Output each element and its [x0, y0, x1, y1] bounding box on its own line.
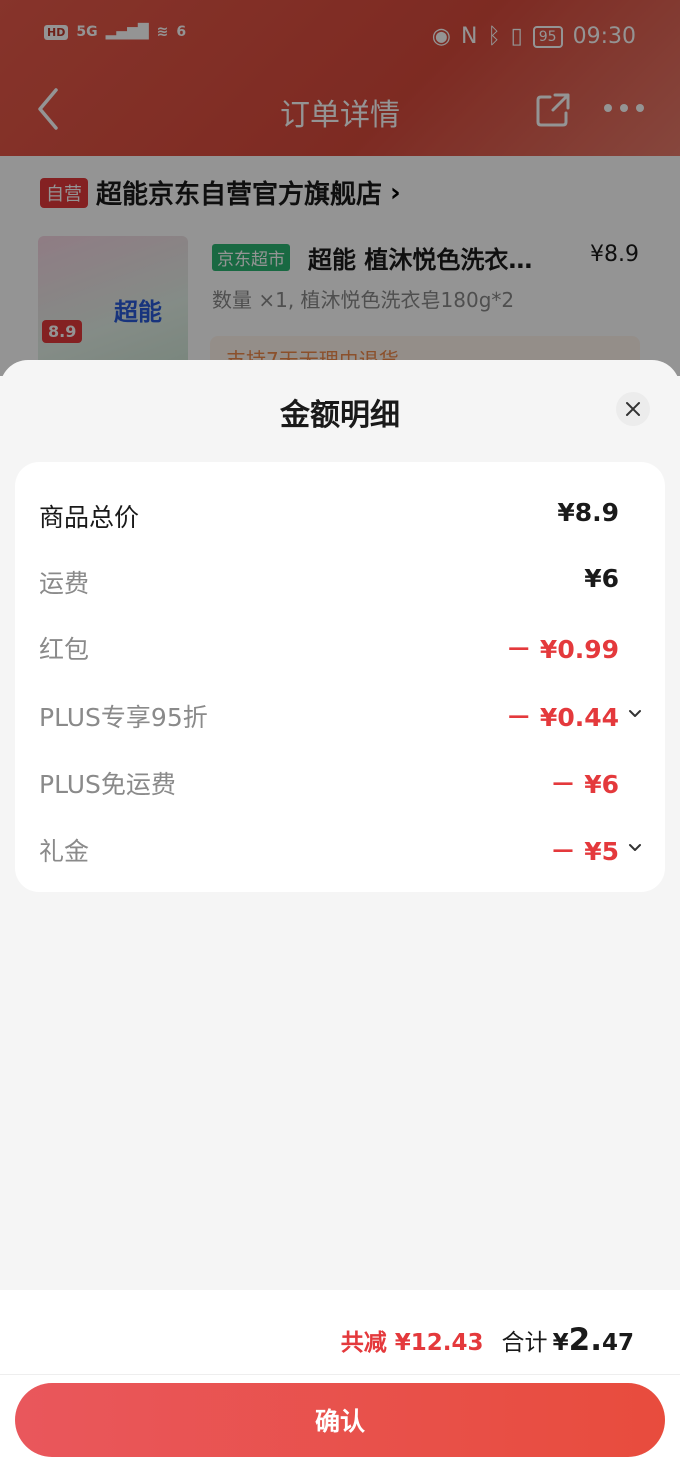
row-shipping: 运费 ¥6	[39, 560, 639, 600]
close-button[interactable]	[616, 392, 650, 426]
close-icon	[626, 402, 640, 416]
row-amount: ¥8.9	[557, 498, 619, 527]
row-amount: ¥6	[584, 564, 619, 593]
row-amount: － ¥0.44	[506, 703, 619, 732]
row-label: 商品总价	[39, 503, 140, 532]
row-label: 红包	[39, 635, 90, 664]
row-goods-total: 商品总价 ¥8.9	[39, 494, 639, 534]
chevron-down-icon[interactable]	[627, 706, 643, 722]
row-amount: － ¥5	[550, 837, 620, 866]
row-label: PLUS专享95折	[39, 703, 208, 732]
divider	[0, 1374, 680, 1375]
row-plus-free-shipping: PLUS免运费 － ¥6	[39, 761, 639, 801]
total-savings: 共减 ¥12.43	[340, 1330, 484, 1356]
total-decimal: 47	[601, 1330, 634, 1356]
total-currency: ¥	[552, 1330, 569, 1356]
bottom-bar: 共减 ¥12.43 合计 ¥2.47 确认	[0, 1290, 680, 1473]
chevron-down-icon[interactable]	[627, 840, 643, 856]
totals-row: 共减 ¥12.43 合计 ¥2.47	[341, 1322, 634, 1358]
row-amount: － ¥6	[550, 770, 620, 799]
row-label: PLUS免运费	[39, 770, 176, 799]
row-gift-money[interactable]: 礼金 － ¥5	[39, 828, 641, 868]
row-amount: － ¥0.99	[506, 635, 619, 664]
row-plus-discount[interactable]: PLUS专享95折 － ¥0.44	[39, 694, 641, 734]
amount-card: 商品总价 ¥8.9 运费 ¥6 红包 － ¥0.99 PLUS专享95折 － ¥…	[15, 462, 665, 892]
total-label: 合计	[501, 1330, 548, 1356]
confirm-button[interactable]: 确认	[15, 1383, 665, 1457]
sheet-title: 金额明细	[280, 398, 400, 433]
total-integer: 2.	[568, 1322, 602, 1358]
row-label: 运费	[39, 569, 90, 598]
modal-overlay[interactable]	[0, 0, 680, 376]
row-red-packet: 红包 － ¥0.99	[39, 626, 639, 666]
row-label: 礼金	[39, 837, 90, 866]
